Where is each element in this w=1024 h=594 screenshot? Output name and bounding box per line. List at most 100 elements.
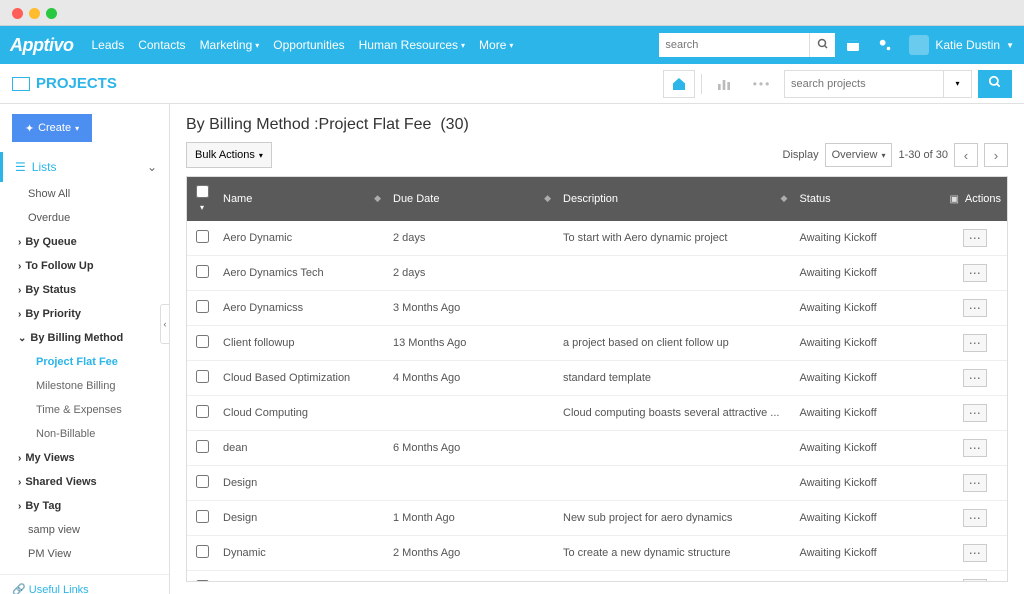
cell-desc <box>557 466 793 501</box>
row-checkbox[interactable] <box>196 335 209 348</box>
chart-view-button[interactable] <box>708 70 740 98</box>
row-actions-button[interactable]: ⋯ <box>963 404 987 422</box>
table-row[interactable]: Aero Dynamics Tech2 daysAwaiting Kickoff… <box>187 256 1007 291</box>
row-actions-button[interactable]: ⋯ <box>963 369 987 387</box>
module-search-input[interactable] <box>784 70 944 98</box>
col-name[interactable]: Name◆ <box>217 177 387 221</box>
global-search-input[interactable] <box>659 33 809 57</box>
sidebar-item-by-status[interactable]: ›By Status <box>0 278 169 302</box>
nav-item-more[interactable]: More▾ <box>479 38 513 52</box>
cell-status: Awaiting Kickoff <box>793 571 943 583</box>
sidebar-item-project-flat-fee[interactable]: Project Flat Fee <box>0 350 169 374</box>
sidebar-useful-links[interactable]: 🔗 Useful Links <box>0 574 169 594</box>
row-checkbox[interactable] <box>196 545 209 558</box>
sidebar-item-to-follow-up[interactable]: ›To Follow Up <box>0 254 169 278</box>
col-status[interactable]: Status <box>793 177 943 221</box>
table-row[interactable]: dean6 Months AgoAwaiting Kickoff⋯ <box>187 431 1007 466</box>
app-logo[interactable]: Apptivo <box>10 35 74 56</box>
table-row[interactable]: Design1 Month AgoNew sub project for aer… <box>187 501 1007 536</box>
browser-chrome <box>0 0 1024 26</box>
chevron-down-icon: ▾ <box>259 151 263 160</box>
row-checkbox[interactable] <box>196 405 209 418</box>
user-menu[interactable]: Katie Dustin ▼ <box>909 35 1014 55</box>
search-icon <box>988 75 1002 89</box>
select-all-checkbox[interactable] <box>196 185 209 198</box>
calendar-icon[interactable] <box>839 33 867 57</box>
data-table: ▾ Name◆ Due Date◆ Description◆ Status ▣A… <box>186 176 1008 582</box>
next-page-button[interactable]: › <box>984 143 1008 167</box>
sidebar-item-time-&-expenses[interactable]: Time & Expenses <box>0 398 169 422</box>
chevron-right-icon: › <box>18 261 21 272</box>
minimize-window-icon[interactable] <box>29 8 40 19</box>
more-views-button[interactable]: ••• <box>746 70 778 98</box>
chevron-down-icon: ⌄ <box>18 333 26 344</box>
sidebar-item-milestone-billing[interactable]: Milestone Billing <box>0 374 169 398</box>
table-row[interactable]: Cloud Based Optimization4 Months Agostan… <box>187 361 1007 396</box>
cell-desc: To start with Aero dynamic project <box>557 221 793 256</box>
cell-desc <box>557 256 793 291</box>
table-row[interactable]: Aero Dynamicss3 Months AgoAwaiting Kicko… <box>187 291 1007 326</box>
row-actions-button[interactable]: ⋯ <box>963 299 987 317</box>
nav-item-contacts[interactable]: Contacts <box>138 38 185 52</box>
module-title[interactable]: PROJECTS <box>12 75 117 92</box>
col-desc[interactable]: Description◆ <box>557 177 793 221</box>
table-row[interactable]: Dynamic2 Months AgoTo create a new dynam… <box>187 536 1007 571</box>
close-window-icon[interactable] <box>12 8 23 19</box>
col-due[interactable]: Due Date◆ <box>387 177 557 221</box>
nav-item-human-resources[interactable]: Human Resources▾ <box>359 38 465 52</box>
cell-due <box>387 466 557 501</box>
row-actions-button[interactable]: ⋯ <box>963 334 987 352</box>
table-row[interactable]: Aero Dynamic2 daysTo start with Aero dyn… <box>187 221 1007 256</box>
sidebar-item-show-all[interactable]: Show All <box>0 182 169 206</box>
sidebar-item-samp-view[interactable]: samp view <box>0 518 169 542</box>
row-checkbox[interactable] <box>196 440 209 453</box>
sidebar-item-shared-views[interactable]: ›Shared Views <box>0 470 169 494</box>
row-checkbox[interactable] <box>196 370 209 383</box>
bulk-actions-button[interactable]: Bulk Actions ▾ <box>186 142 272 168</box>
home-view-button[interactable] <box>663 70 695 98</box>
row-actions-button[interactable]: ⋯ <box>963 264 987 282</box>
row-checkbox[interactable] <box>196 475 209 488</box>
cell-name: Cloud Based Optimization <box>217 361 387 396</box>
row-actions-button[interactable]: ⋯ <box>963 579 987 582</box>
sidebar-lists-header[interactable]: ☰ Lists ⌄ <box>0 152 169 182</box>
row-checkbox[interactable] <box>196 300 209 313</box>
sidebar-item-by-billing-method[interactable]: ⌄By Billing Method <box>0 326 169 350</box>
chevron-down-icon[interactable]: ▾ <box>200 203 204 212</box>
chevron-right-icon: › <box>18 285 21 296</box>
row-checkbox[interactable] <box>196 265 209 278</box>
table-row[interactable]: Cloud ComputingCloud computing boasts se… <box>187 396 1007 431</box>
sidebar-item-pm-view[interactable]: PM View <box>0 542 169 566</box>
sidebar-item-by-queue[interactable]: ›By Queue <box>0 230 169 254</box>
row-checkbox[interactable] <box>196 510 209 523</box>
sidebar-item-by-tag[interactable]: ›By Tag <box>0 494 169 518</box>
sidebar-item-overdue[interactable]: Overdue <box>0 206 169 230</box>
module-search-filter[interactable]: ▾ <box>944 70 972 98</box>
row-actions-button[interactable]: ⋯ <box>963 229 987 247</box>
create-button[interactable]: ✦ Create ▾ <box>12 114 92 142</box>
cell-due: 2 days <box>387 221 557 256</box>
plus-icon: ✦ <box>25 122 34 135</box>
row-checkbox[interactable] <box>196 230 209 243</box>
row-actions-button[interactable]: ⋯ <box>963 439 987 457</box>
display-select[interactable]: Overview ▾ <box>825 143 893 167</box>
row-actions-button[interactable]: ⋯ <box>963 544 987 562</box>
nav-item-leads[interactable]: Leads <box>92 38 125 52</box>
row-actions-button[interactable]: ⋯ <box>963 509 987 527</box>
row-actions-button[interactable]: ⋯ <box>963 474 987 492</box>
table-row[interactable]: DynamicAwaiting Kickoff⋯ <box>187 571 1007 583</box>
module-search-button[interactable] <box>978 70 1012 98</box>
notification-icon[interactable] <box>871 33 899 57</box>
sidebar-item-non-billable[interactable]: Non-Billable <box>0 422 169 446</box>
table-row[interactable]: Client followup13 Months Agoa project ba… <box>187 326 1007 361</box>
row-checkbox[interactable] <box>196 580 209 582</box>
sidebar-collapse-handle[interactable]: ‹ <box>160 304 170 344</box>
nav-item-marketing[interactable]: Marketing▾ <box>200 38 260 52</box>
global-search-button[interactable] <box>809 33 835 57</box>
table-row[interactable]: DesignAwaiting Kickoff⋯ <box>187 466 1007 501</box>
sidebar-item-by-priority[interactable]: ›By Priority <box>0 302 169 326</box>
prev-page-button[interactable]: ‹ <box>954 143 978 167</box>
sidebar-item-my-views[interactable]: ›My Views <box>0 446 169 470</box>
maximize-window-icon[interactable] <box>46 8 57 19</box>
nav-item-opportunities[interactable]: Opportunities <box>273 38 344 52</box>
